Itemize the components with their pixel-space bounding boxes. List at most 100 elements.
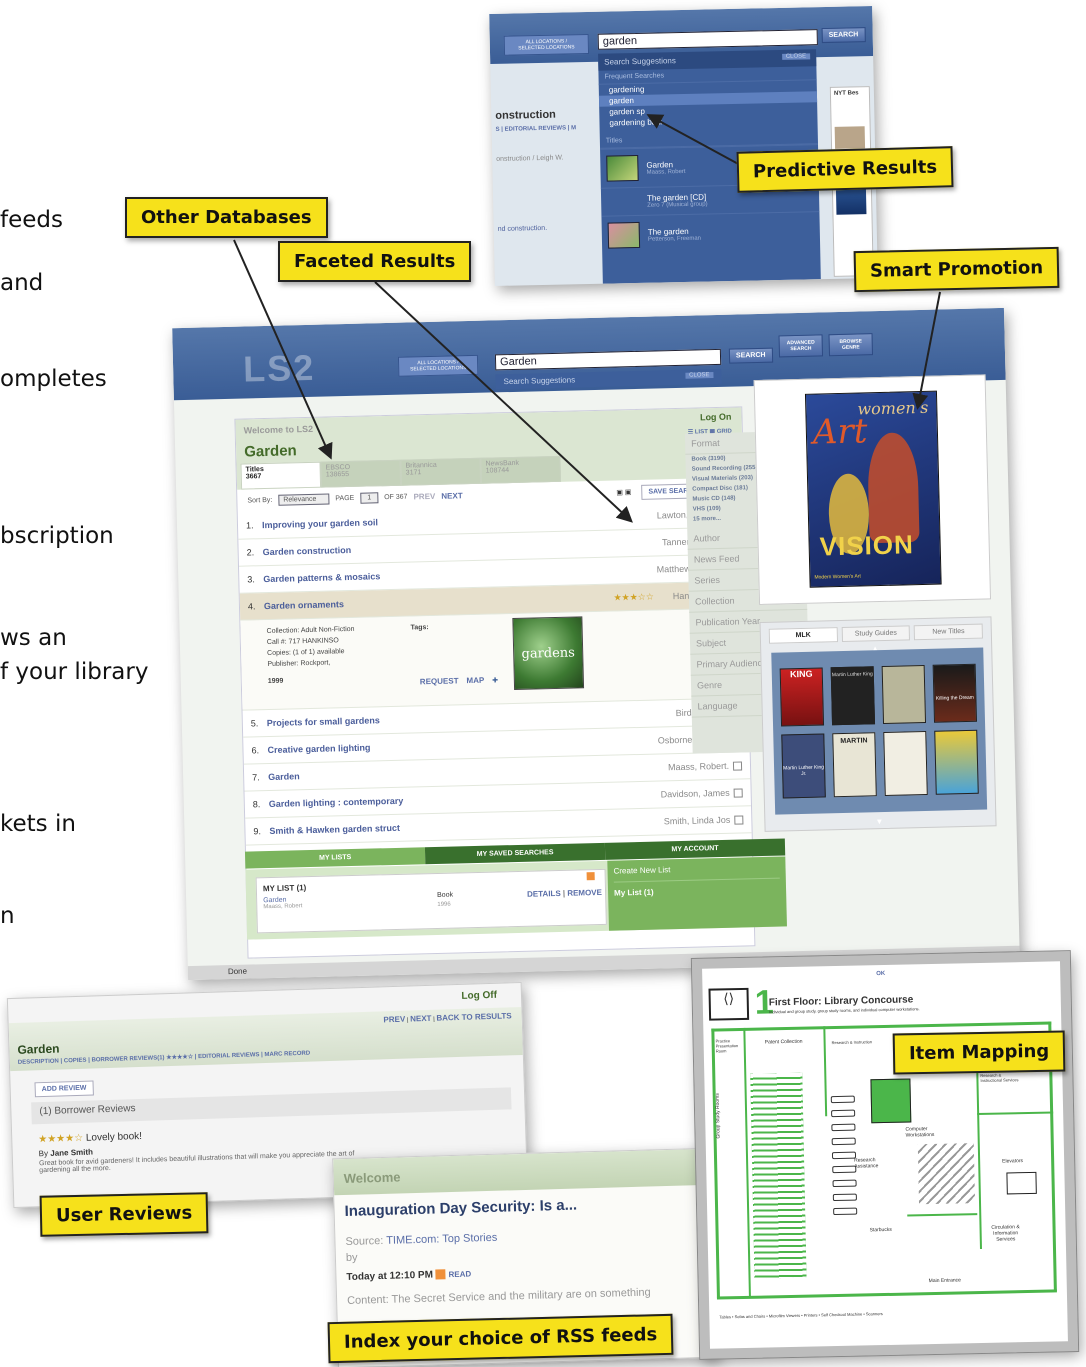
add-review-button[interactable]: ADD REVIEW bbox=[34, 1080, 94, 1098]
map-label: Computer Workstations bbox=[905, 1126, 935, 1139]
cover-thumbnail bbox=[606, 154, 639, 182]
result-title[interactable]: Creative garden lighting bbox=[267, 737, 608, 756]
row-number: 7. bbox=[252, 772, 260, 783]
callout-rss-feeds: Index your choice of RSS feeds bbox=[327, 1313, 674, 1364]
create-list-link[interactable]: Create New List bbox=[613, 862, 780, 883]
page-input[interactable]: 1 bbox=[360, 492, 379, 504]
sort-select[interactable]: Relevance bbox=[278, 493, 330, 506]
row-number: 5. bbox=[250, 718, 259, 729]
ls2-main-screenshot: LS2 ALL LOCATIONS / SELECTED LOCATIONS G… bbox=[172, 307, 1020, 981]
rating-stars: ★★★☆☆ bbox=[613, 591, 654, 603]
item-mapping-screenshot: OK ⟨⟩ 1 First Floor: Library Concourse I… bbox=[690, 950, 1080, 1360]
result-title[interactable]: Garden patterns & mosaics bbox=[263, 566, 604, 584]
map-label: Practice Presentation Room bbox=[715, 1038, 739, 1054]
log-off-link[interactable]: Log Off bbox=[461, 990, 497, 1002]
request-link[interactable]: REQUEST bbox=[420, 676, 459, 686]
study-area bbox=[870, 1078, 912, 1124]
add-icon[interactable]: ✚ bbox=[492, 677, 498, 684]
edge-text-4: bscription bbox=[0, 523, 114, 549]
reviews-header: PREV | NEXT | BACK TO RESULTS Garden DES… bbox=[8, 1006, 523, 1072]
prev-link[interactable]: PREV bbox=[413, 492, 435, 502]
advanced-search-button[interactable]: ADVANCED SEARCH bbox=[778, 334, 824, 358]
select-checkbox[interactable] bbox=[733, 787, 743, 798]
book-cover[interactable] bbox=[834, 126, 866, 149]
reviews-count: (1) Borrower Reviews bbox=[39, 1103, 136, 1118]
carousel-book[interactable]: Killing the Dream bbox=[932, 663, 978, 723]
select-checkbox[interactable] bbox=[732, 760, 743, 771]
carousel-book[interactable]: Martin Luther King Jr. bbox=[781, 733, 826, 799]
carousel-book[interactable]: Martin Luther King bbox=[830, 666, 876, 726]
db-tab-ebsco[interactable]: EBSCO 138655 bbox=[320, 459, 402, 488]
remove-button[interactable]: REMOVE bbox=[567, 888, 602, 898]
browse-genre-button[interactable]: BROWSE GENRE bbox=[828, 333, 874, 357]
prev-link[interactable]: PREV bbox=[383, 1015, 405, 1025]
db-tab-britannica[interactable]: Britannica 3171 bbox=[400, 457, 482, 486]
search-input[interactable]: Garden bbox=[494, 348, 722, 371]
tab-mlk[interactable]: MLK bbox=[768, 627, 838, 644]
rss-time: Today at 12:10 PM bbox=[346, 1269, 434, 1283]
book-cover[interactable]: gardens bbox=[512, 616, 585, 691]
select-checkbox[interactable] bbox=[734, 814, 744, 825]
map-label: Research & Instruction bbox=[831, 1039, 873, 1046]
search-input[interactable]: garden bbox=[597, 29, 818, 50]
cover-title: gardens bbox=[521, 645, 576, 662]
carousel-book[interactable] bbox=[934, 729, 979, 795]
close-button[interactable]: CLOSE bbox=[781, 53, 811, 60]
map-label: Research Assistance bbox=[854, 1157, 879, 1170]
list-sidebar: Create New List My List (1) bbox=[607, 856, 787, 931]
tab-new-titles[interactable]: New Titles bbox=[913, 623, 983, 641]
rss-icon[interactable] bbox=[435, 1269, 446, 1280]
back-to-results-link[interactable]: BACK TO RESULTS bbox=[436, 1011, 512, 1022]
promo-poster[interactable]: women's Art VISION Modern Women's Art bbox=[804, 390, 942, 588]
carousel-book[interactable] bbox=[881, 664, 927, 725]
db-tab-newsbank[interactable]: NewsBank 108744 bbox=[480, 455, 562, 484]
db-tab-titles[interactable]: Titles 3667 bbox=[240, 461, 322, 490]
title-suggestion[interactable]: The garden Petterson, Freeman bbox=[601, 211, 821, 255]
my-list-link[interactable]: My List (1) bbox=[614, 885, 780, 898]
poster-title-3: VISION bbox=[819, 529, 915, 562]
result-line: onstruction / Leigh W. bbox=[496, 154, 564, 163]
carousel-book[interactable]: MARTIN bbox=[832, 732, 877, 798]
rss-headline[interactable]: Inauguration Day Security: Is a... bbox=[344, 1193, 702, 1220]
location-toggle[interactable]: ALL LOCATIONS / SELECTED LOCATIONS bbox=[397, 354, 479, 377]
detail-actions: REQUEST MAP ✚ bbox=[420, 674, 499, 688]
carousel-down-icon[interactable]: ▼ bbox=[875, 817, 883, 826]
next-link[interactable]: NEXT bbox=[410, 1014, 432, 1024]
map-label: Elevators bbox=[1002, 1158, 1024, 1165]
close-button[interactable]: CLOSE bbox=[685, 372, 714, 379]
map-label: Patent Collection bbox=[764, 1038, 803, 1046]
result-title[interactable]: Garden bbox=[268, 764, 609, 782]
source-name[interactable]: TIME.com: Top Stories bbox=[386, 1232, 497, 1247]
result-title[interactable]: Improving your garden soil bbox=[262, 512, 603, 530]
shelf-unit bbox=[833, 1207, 858, 1216]
book-title: KING bbox=[789, 668, 813, 680]
details-button[interactable]: DETAILS bbox=[527, 889, 561, 899]
carousel-book[interactable]: KING bbox=[779, 667, 825, 727]
result-title[interactable]: Garden construction bbox=[263, 539, 604, 557]
log-on-link[interactable]: Log On bbox=[700, 412, 732, 423]
result-tabs[interactable]: S | EDITORIAL REVIEWS | M bbox=[496, 125, 577, 133]
result-title[interactable]: Garden lighting : contemporary bbox=[269, 791, 610, 809]
tab-study-guides[interactable]: Study Guides bbox=[841, 625, 911, 642]
rss-icon[interactable] bbox=[586, 872, 595, 881]
stacks-area bbox=[750, 1072, 807, 1279]
map-label: Research & Instructional Services bbox=[980, 1072, 1019, 1083]
result-title[interactable]: Smith & Hawken garden struct bbox=[269, 818, 610, 836]
export-icon[interactable]: ▣ ▣ bbox=[616, 489, 631, 496]
map-wall bbox=[823, 1026, 828, 1117]
item-tabs[interactable]: DESCRIPTION | COPIES | BORROWER REVIEWS(… bbox=[18, 1050, 310, 1066]
shelf-unit bbox=[831, 1109, 856, 1118]
content-label: Content: bbox=[346, 1293, 389, 1307]
result-title[interactable]: Garden ornaments bbox=[264, 593, 614, 611]
carousel-book[interactable] bbox=[883, 730, 928, 796]
search-button[interactable]: SEARCH bbox=[728, 347, 773, 364]
search-button[interactable]: SEARCH bbox=[821, 27, 866, 44]
result-title[interactable]: Projects for small gardens bbox=[267, 710, 608, 728]
sort-label: Sort By: bbox=[247, 496, 273, 505]
ok-button[interactable]: OK bbox=[876, 971, 885, 977]
location-toggle[interactable]: ALL LOCATIONS / SELECTED LOCATIONS bbox=[503, 33, 590, 56]
map-link[interactable]: MAP bbox=[466, 676, 484, 685]
result-author: Maass, Robert. bbox=[667, 760, 730, 773]
read-link[interactable]: READ bbox=[448, 1270, 471, 1280]
next-link[interactable]: NEXT bbox=[441, 491, 463, 501]
